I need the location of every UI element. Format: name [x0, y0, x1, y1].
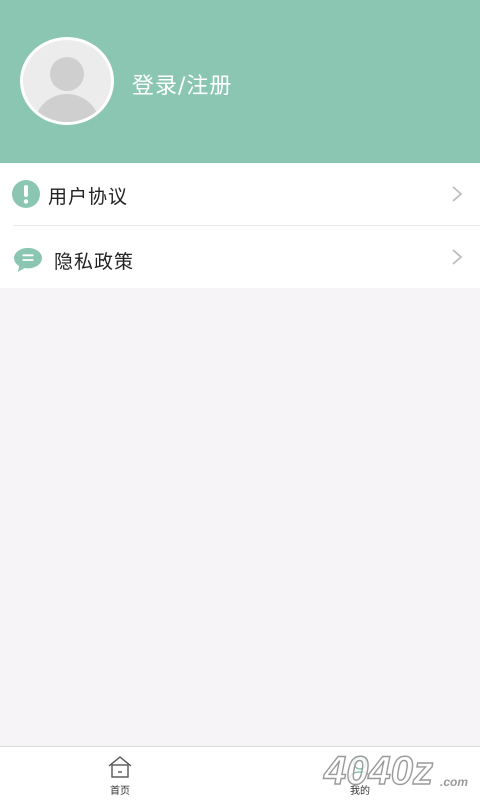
tab-home[interactable]: 首页	[60, 747, 180, 800]
chevron-right-icon	[452, 249, 463, 265]
menu-item-label: 隐私政策	[54, 251, 135, 273]
menu-item-user-agreement[interactable]: 用户协议	[0, 163, 480, 226]
settings-menu: 用户协议 隐私政策	[0, 163, 480, 288]
chevron-right-icon	[452, 186, 463, 202]
menu-item-label: 用户协议	[48, 186, 129, 208]
user-avatar[interactable]	[20, 37, 114, 125]
site-watermark-logo: 4040z .com	[322, 748, 468, 793]
menu-item-privacy-policy[interactable]: 隐私政策	[0, 226, 480, 288]
profile-header: 登录/注册	[0, 0, 480, 163]
svg-text:.com: .com	[440, 775, 468, 789]
login-register-link[interactable]: 登录/注册	[132, 68, 232, 100]
chat-bubble-icon	[14, 247, 42, 273]
exclamation-circle-icon	[12, 180, 40, 208]
avatar-body-shape	[34, 94, 100, 122]
home-icon	[108, 756, 132, 778]
svg-text:4040z: 4040z	[323, 749, 433, 793]
avatar-head-shape	[50, 57, 84, 91]
tab-home-label: 首页	[110, 786, 130, 797]
